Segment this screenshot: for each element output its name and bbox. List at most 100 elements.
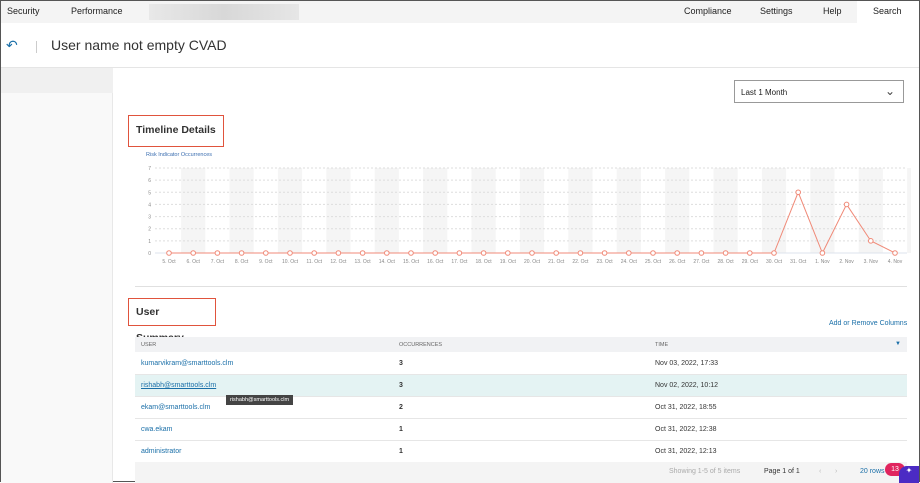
table-row[interactable]: cwa.ekam 1 Oct 31, 2022, 12:38 — [135, 419, 907, 441]
x-tick-label: 4. Nov — [888, 259, 903, 265]
add-remove-columns-link[interactable]: Add or Remove Columns — [829, 320, 907, 327]
data-point — [287, 250, 293, 256]
chevron-down-icon: ⌄ — [884, 84, 895, 98]
time-cell: Oct 31, 2022, 18:55 — [655, 404, 717, 411]
chart-band — [181, 168, 206, 253]
data-point — [263, 250, 269, 256]
tooltip: rishabh@smarttools.clm — [226, 395, 294, 405]
data-point — [577, 250, 584, 256]
x-tick-label: 9. Oct — [259, 259, 273, 265]
table-row[interactable]: administrator 1 Oct 31, 2022, 12:13 — [135, 441, 907, 463]
chart-band — [761, 168, 787, 253]
user-link[interactable]: rishabh@smarttools.clm — [141, 382, 216, 389]
y-tick-label: 3 — [148, 215, 151, 221]
y-tick-label: 1 — [148, 239, 151, 245]
time-cell: Nov 03, 2022, 17:33 — [655, 360, 719, 367]
page-indicator: Page 1 of 1 — [764, 468, 800, 475]
top-nav: Security Performance Compliance Settings… — [1, 1, 919, 23]
chart-band — [471, 168, 496, 253]
nav-search[interactable]: Search — [873, 6, 902, 16]
x-tick-label: 11. Oct — [306, 259, 322, 265]
table-header: USER OCCURRENCES TIME ▼ — [135, 337, 907, 352]
column-header-time[interactable]: TIME — [655, 342, 668, 348]
y-tick-label: 2 — [148, 227, 151, 233]
data-point — [238, 250, 245, 256]
nav-performance[interactable]: Performance — [71, 6, 123, 16]
next-page-icon[interactable]: › — [835, 468, 837, 475]
data-point — [311, 250, 317, 256]
user-link[interactable]: kumarvikram@smarttools.clm — [141, 360, 233, 367]
sidebar — [1, 68, 113, 483]
back-arrow-icon[interactable]: ↶ — [6, 37, 18, 54]
data-point — [456, 250, 463, 256]
x-tick-label: 16. Oct — [427, 259, 444, 265]
rows-per-page-select[interactable]: 20 rows — [860, 468, 885, 475]
time-range-select[interactable]: Last 1 Month ⌄ — [734, 80, 904, 103]
data-point — [722, 250, 729, 256]
divider — [36, 41, 37, 53]
prev-page-icon[interactable]: ‹ — [819, 468, 821, 475]
x-tick-label: 30. Oct — [766, 259, 783, 265]
nav-compliance[interactable]: Compliance — [684, 6, 732, 16]
x-tick-label: 19. Oct — [500, 259, 517, 265]
data-point — [698, 250, 705, 256]
x-tick-label: 7. Oct — [211, 259, 225, 265]
table-row[interactable]: kumarvikram@smarttools.clm 3 Nov 03, 2022,… — [135, 353, 907, 375]
assistant-icon[interactable]: ✦ — [899, 466, 919, 483]
x-tick-label: 29. Oct — [742, 259, 759, 265]
nav-help[interactable]: Help — [823, 6, 842, 16]
chart-band — [713, 168, 738, 253]
table-row[interactable]: rishabh@smarttools.clm 3 Nov 02, 2022, 10:… — [135, 375, 907, 397]
user-link[interactable]: administrator — [141, 448, 181, 455]
data-point — [674, 250, 681, 256]
timeline-chart: 0 1 2 3 4 5 6 7 5. Oct 6. Oct 7. Oct 8. Oct 9. Oct 10… — [148, 166, 911, 265]
x-tick-label: 5. Oct — [162, 259, 176, 265]
nav-settings[interactable]: Settings — [760, 6, 793, 16]
data-point — [214, 250, 221, 256]
x-tick-label: 17. Oct — [451, 259, 468, 265]
divider — [135, 286, 907, 287]
occurrences-cell: 1 — [399, 448, 403, 455]
x-tick-label: 15. Oct — [403, 259, 420, 265]
user-link[interactable]: cwa.ekam — [141, 426, 173, 433]
data-point — [771, 250, 777, 256]
x-tick-label: 28. Oct — [718, 259, 735, 265]
data-point — [505, 250, 511, 256]
data-point — [335, 250, 342, 256]
y-tick-label: 4 — [148, 202, 151, 208]
column-header-occurrences[interactable]: OCCURRENCES — [399, 342, 442, 348]
x-tick-label: 6. Oct — [187, 259, 201, 265]
time-cell: Oct 31, 2022, 12:13 — [655, 448, 717, 455]
data-point — [529, 250, 535, 256]
nav-security[interactable]: Security — [7, 6, 40, 16]
data-point — [601, 250, 608, 256]
user-link[interactable]: ekam@smarttools.clm — [141, 404, 210, 411]
x-tick-label: 18. Oct — [476, 259, 493, 265]
sidebar-item[interactable] — [1, 68, 113, 93]
time-cell: Nov 02, 2022, 10:12 — [655, 382, 719, 389]
data-point — [892, 250, 898, 256]
data-point — [650, 250, 656, 256]
time-range-value: Last 1 Month — [741, 88, 788, 97]
data-point — [819, 250, 826, 256]
sort-desc-icon[interactable]: ▼ — [895, 341, 901, 347]
data-point — [553, 250, 560, 256]
chart-band — [665, 168, 690, 253]
chart-band — [519, 168, 545, 253]
x-tick-label: 3. Nov — [864, 259, 879, 265]
divider — [1, 67, 919, 68]
x-tick-label: 20. Oct — [524, 259, 541, 265]
chart-band — [616, 168, 641, 253]
data-point — [747, 250, 753, 256]
occurrences-cell: 2 — [399, 404, 403, 411]
pagination-bar: Showing 1-5 of 5 items Page 1 of 1 ‹ › 2… — [135, 462, 907, 483]
data-point — [432, 250, 439, 256]
column-header-user[interactable]: USER — [141, 342, 156, 348]
user-summary-heading: User Summary — [128, 298, 216, 344]
data-point — [359, 250, 366, 256]
x-tick-label: 1. Nov — [815, 259, 830, 265]
x-tick-label: 26. Oct — [669, 259, 686, 265]
x-tick-label: 27. Oct — [693, 259, 710, 265]
x-tick-label: 22. Oct — [572, 259, 589, 265]
timeline-heading: Timeline Details — [128, 115, 224, 147]
